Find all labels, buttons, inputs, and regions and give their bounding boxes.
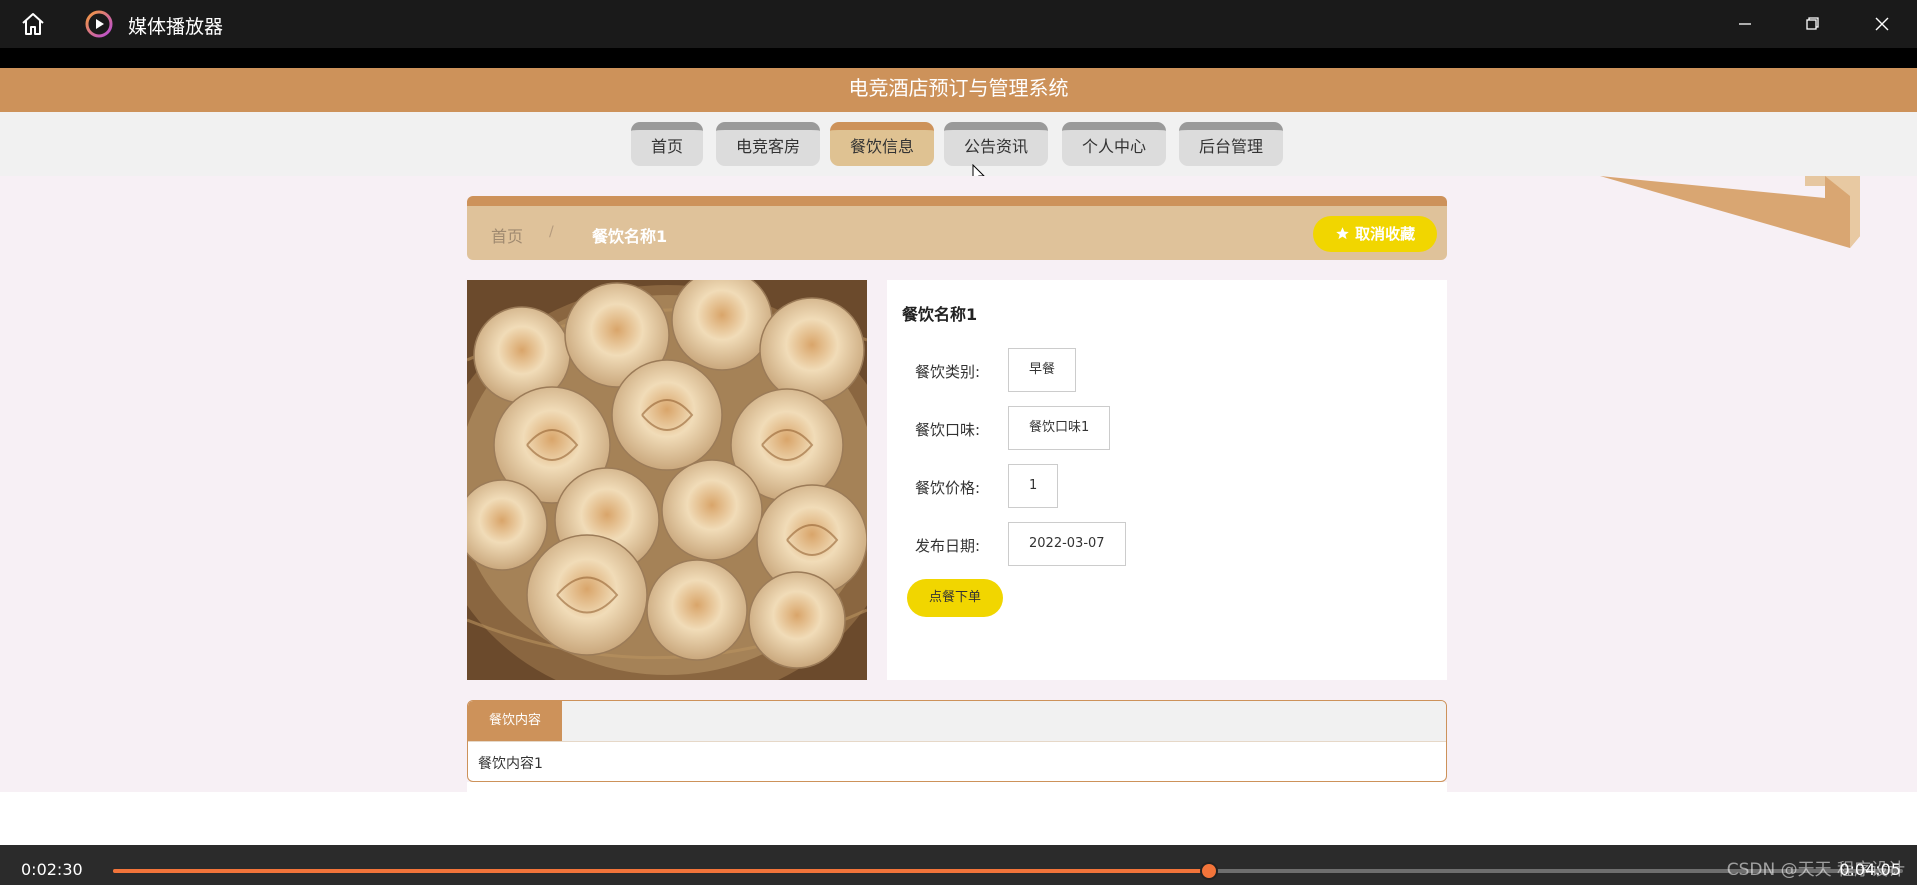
dish-name: 餐饮名称1: [902, 305, 978, 324]
content-tab-panel: 餐饮内容 餐饮内容1: [467, 700, 1447, 782]
breadcrumb-current: 餐饮名称1: [592, 227, 668, 246]
window-divider: [0, 48, 1917, 68]
seek-thumb[interactable]: [1200, 862, 1219, 880]
price-value: 1: [1008, 464, 1059, 508]
media-control-bar: 0:02:30 CSDN @天天 程序设计 0:04:05: [0, 845, 1917, 885]
breadcrumb: 首页 / 餐饮名称1 取消收藏: [467, 196, 1447, 260]
nav-item-home[interactable]: 首页: [631, 122, 703, 166]
nav-item-profile[interactable]: 个人中心: [1062, 122, 1166, 166]
seek-bar-progress: [113, 869, 1210, 873]
current-time: 0:02:30: [21, 860, 83, 879]
window-title: 媒体播放器: [128, 16, 224, 38]
food-photo: [467, 280, 867, 680]
main-nav: 首页 电竞客房 餐饮信息 公告资讯 个人中心 后台管理: [0, 112, 1917, 176]
home-icon[interactable]: [20, 11, 46, 37]
nav-item-rooms[interactable]: 电竞客房: [716, 122, 820, 166]
panel-footer-strip: [467, 782, 1447, 792]
close-icon: [1875, 17, 1889, 31]
nav-item-dining[interactable]: 餐饮信息: [830, 122, 934, 166]
cancel-favorite-button[interactable]: 取消收藏: [1313, 216, 1437, 252]
category-value: 早餐: [1008, 348, 1077, 392]
breadcrumb-home-link[interactable]: 首页: [491, 223, 523, 247]
place-order-button[interactable]: 点餐下单: [907, 579, 1003, 617]
cancel-favorite-label: 取消收藏: [1355, 225, 1416, 243]
breadcrumb-separator: /: [549, 224, 554, 240]
flavor-label: 餐饮口味:: [915, 421, 981, 439]
restore-icon: [1806, 17, 1819, 30]
nav-item-news[interactable]: 公告资讯: [944, 122, 1048, 166]
price-label: 餐饮价格:: [915, 479, 981, 497]
seek-bar[interactable]: [113, 862, 1903, 880]
publish-date-value: 2022-03-07: [1008, 522, 1126, 566]
star-icon: [1336, 227, 1349, 240]
nav-item-admin[interactable]: 后台管理: [1179, 122, 1283, 166]
window-title-bar: 媒体播放器: [0, 0, 1917, 48]
tab-header: 餐饮内容: [468, 701, 1446, 742]
detail-panel: 餐饮名称1 餐饮类别: 早餐 餐饮口味: 餐饮口味1 餐饮价格: 1 发布日期:…: [887, 280, 1447, 680]
category-label: 餐饮类别:: [915, 363, 981, 381]
site-title: 电竞酒店预订与管理系统: [0, 68, 1917, 112]
tab-dining-content[interactable]: 餐饮内容: [468, 701, 562, 741]
end-time: 0:04:05: [1839, 860, 1901, 879]
close-button[interactable]: [1860, 8, 1904, 40]
media-player-logo-icon: [85, 10, 113, 38]
minimize-icon: [1739, 23, 1751, 25]
minimize-button[interactable]: [1723, 8, 1767, 40]
flavor-value: 餐饮口味1: [1008, 406, 1111, 450]
decorative-frame-shape: [1600, 176, 1860, 248]
publish-date-label: 发布日期:: [915, 537, 981, 555]
restore-button[interactable]: [1790, 8, 1834, 40]
tab-content-text: 餐饮内容1: [478, 756, 543, 772]
